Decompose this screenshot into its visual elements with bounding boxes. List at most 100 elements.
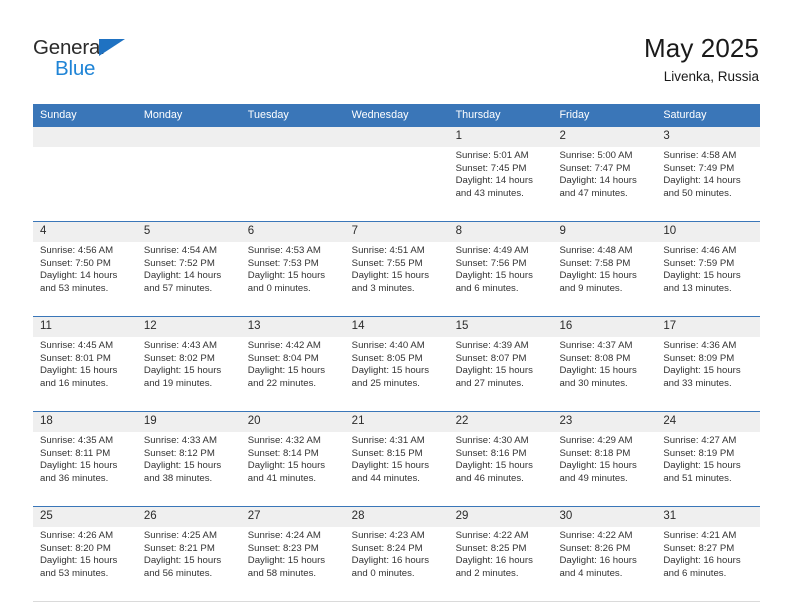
day-detail-cell[interactable]: Sunrise: 4:21 AM Sunset: 8:27 PM Daylight:… bbox=[656, 527, 761, 602]
day-number-cell[interactable]: 21 bbox=[344, 411, 449, 432]
day-number-cell[interactable]: 22 bbox=[448, 411, 553, 432]
daylight-text-line2: and 22 minutes. bbox=[247, 377, 317, 389]
day-number-cell[interactable]: 27 bbox=[240, 506, 345, 527]
day-number-cell[interactable]: 14 bbox=[344, 316, 449, 337]
day-detail-cell[interactable]: Sunrise: 4:45 AM Sunset: 8:01 PM Daylight:… bbox=[33, 337, 137, 412]
day-detail-cell[interactable]: Sunrise: 4:51 AM Sunset: 7:55 PM Daylight:… bbox=[344, 242, 449, 317]
day-number-cell[interactable]: 2 bbox=[552, 126, 657, 147]
day-number-cell[interactable]: 7 bbox=[344, 221, 449, 242]
day-number-cell[interactable]: 23 bbox=[552, 411, 657, 432]
daylight-text-line2: and 41 minutes. bbox=[247, 472, 317, 484]
day-detail-cell[interactable]: Sunrise: 4:42 AM Sunset: 8:04 PM Daylight:… bbox=[240, 337, 345, 412]
day-empty-cell bbox=[240, 147, 345, 222]
day-number-cell[interactable]: 3 bbox=[656, 126, 761, 147]
sunrise-text: Sunrise: 4:45 AM bbox=[40, 340, 114, 351]
daylight-text-line1: Daylight: 16 hours bbox=[663, 555, 741, 567]
day-detail-cell[interactable]: Sunrise: 4:31 AM Sunset: 8:15 PM Daylight:… bbox=[344, 432, 449, 507]
daylight-text-line2: and 58 minutes. bbox=[247, 567, 317, 579]
day-detail-cell[interactable]: Sunrise: 4:22 AM Sunset: 8:25 PM Daylight:… bbox=[448, 527, 553, 602]
day-detail-cell[interactable]: Sunrise: 4:30 AM Sunset: 8:16 PM Daylight:… bbox=[448, 432, 553, 507]
day-detail-cell[interactable]: Sunrise: 4:54 AM Sunset: 7:52 PM Daylight:… bbox=[136, 242, 241, 317]
day-detail-cell[interactable]: Sunrise: 4:56 AM Sunset: 7:50 PM Daylight:… bbox=[33, 242, 137, 317]
day-detail-cell[interactable]: Sunrise: 4:43 AM Sunset: 8:02 PM Daylight:… bbox=[136, 337, 241, 412]
sunrise-text: Sunrise: 4:54 AM bbox=[143, 245, 217, 256]
day-number-cell[interactable]: 28 bbox=[344, 506, 449, 527]
day-number-cell[interactable]: 9 bbox=[552, 221, 657, 242]
day-number-cell[interactable]: 29 bbox=[448, 506, 553, 527]
day-number-cell[interactable]: 31 bbox=[656, 506, 761, 527]
day-detail-cell[interactable]: Sunrise: 4:23 AM Sunset: 8:24 PM Daylight:… bbox=[344, 527, 449, 602]
brand-logo[interactable]: General Blue bbox=[33, 36, 263, 86]
day-detail-cell[interactable]: Sunrise: 4:49 AM Sunset: 7:56 PM Daylight:… bbox=[448, 242, 553, 317]
week-detail-row: Sunrise: 4:35 AM Sunset: 8:11 PM Daylight:… bbox=[33, 432, 761, 507]
day-number-cell[interactable]: 8 bbox=[448, 221, 553, 242]
day-number-cell[interactable]: 25 bbox=[33, 506, 137, 527]
day-number-cell[interactable]: 20 bbox=[240, 411, 345, 432]
day-detail-cell[interactable]: Sunrise: 4:46 AM Sunset: 7:59 PM Daylight:… bbox=[656, 242, 761, 317]
sunset-text: Sunset: 7:59 PM bbox=[663, 257, 735, 269]
day-detail-cell[interactable]: Sunrise: 4:36 AM Sunset: 8:09 PM Daylight:… bbox=[656, 337, 761, 412]
page-location: Livenka, Russia bbox=[663, 69, 759, 84]
day-number-cell[interactable]: 4 bbox=[33, 221, 137, 242]
day-detail-cell[interactable]: Sunrise: 5:00 AM Sunset: 7:47 PM Daylight:… bbox=[552, 147, 657, 222]
daylight-text-line2: and 36 minutes. bbox=[40, 472, 109, 484]
daylight-text-line1: Daylight: 15 hours bbox=[247, 270, 326, 282]
day-detail-cell[interactable]: Sunrise: 4:40 AM Sunset: 8:05 PM Daylight:… bbox=[344, 337, 449, 412]
day-detail-cell[interactable]: Sunrise: 4:22 AM Sunset: 8:26 PM Daylight:… bbox=[552, 527, 657, 602]
day-number-cell[interactable]: 17 bbox=[656, 316, 761, 337]
day-number: 27 bbox=[247, 510, 261, 522]
day-number-cell[interactable]: 13 bbox=[240, 316, 345, 337]
sunrise-text: Sunrise: 4:46 AM bbox=[663, 245, 737, 256]
day-detail-cell[interactable]: Sunrise: 4:27 AM Sunset: 8:19 PM Daylight:… bbox=[656, 432, 761, 507]
day-number-cell[interactable]: 15 bbox=[448, 316, 553, 337]
sunrise-text: Sunrise: 4:37 AM bbox=[559, 340, 633, 351]
day-detail-cell[interactable]: Sunrise: 4:58 AM Sunset: 7:49 PM Daylight:… bbox=[656, 147, 761, 222]
sunset-text: Sunset: 8:11 PM bbox=[40, 447, 111, 459]
daylight-text-line2: and 6 minutes. bbox=[455, 282, 519, 294]
day-detail-cell[interactable]: Sunrise: 4:29 AM Sunset: 8:18 PM Daylight:… bbox=[552, 432, 657, 507]
day-detail-cell[interactable]: Sunrise: 4:37 AM Sunset: 8:08 PM Daylight:… bbox=[552, 337, 657, 412]
day-detail-cell[interactable]: Sunrise: 4:48 AM Sunset: 7:58 PM Daylight:… bbox=[552, 242, 657, 317]
day-number-cell[interactable]: 12 bbox=[136, 316, 241, 337]
day-detail-cell[interactable]: Sunrise: 4:33 AM Sunset: 8:12 PM Daylight:… bbox=[136, 432, 241, 507]
daylight-text-line2: and 49 minutes. bbox=[559, 472, 628, 484]
sunrise-text: Sunrise: 4:51 AM bbox=[351, 245, 425, 256]
day-number-cell[interactable]: 6 bbox=[240, 221, 345, 242]
day-number-cell[interactable]: 5 bbox=[136, 221, 241, 242]
day-number-cell[interactable]: 19 bbox=[136, 411, 241, 432]
daylight-text-line1: Daylight: 15 hours bbox=[247, 460, 326, 472]
daylight-text-line2: and 2 minutes. bbox=[455, 567, 519, 579]
sunset-text: Sunset: 8:14 PM bbox=[247, 447, 319, 459]
day-detail-cell[interactable]: Sunrise: 4:25 AM Sunset: 8:21 PM Daylight:… bbox=[136, 527, 241, 602]
day-number-cell[interactable]: 30 bbox=[552, 506, 657, 527]
day-number-cell[interactable]: 24 bbox=[656, 411, 761, 432]
day-number: 10 bbox=[663, 225, 677, 237]
sunset-text: Sunset: 8:05 PM bbox=[351, 352, 423, 364]
daylight-text-line1: Daylight: 15 hours bbox=[40, 365, 118, 377]
logo-triangle-icon bbox=[99, 39, 125, 56]
sunrise-text: Sunrise: 4:40 AM bbox=[351, 340, 425, 351]
daylight-text-line2: and 9 minutes. bbox=[559, 282, 623, 294]
sunset-text: Sunset: 8:26 PM bbox=[559, 542, 631, 554]
day-detail-cell[interactable]: Sunrise: 4:35 AM Sunset: 8:11 PM Daylight:… bbox=[33, 432, 137, 507]
daylight-text-line2: and 57 minutes. bbox=[143, 282, 213, 294]
day-number-cell[interactable]: 10 bbox=[656, 221, 761, 242]
day-number-cell[interactable]: 11 bbox=[33, 316, 137, 337]
sunrise-text: Sunrise: 4:58 AM bbox=[663, 150, 737, 161]
daylight-text-line1: Daylight: 15 hours bbox=[351, 270, 429, 282]
day-detail-cell[interactable]: Sunrise: 4:32 AM Sunset: 8:14 PM Daylight:… bbox=[240, 432, 345, 507]
day-detail-cell[interactable]: Sunrise: 5:01 AM Sunset: 7:45 PM Daylight:… bbox=[448, 147, 553, 222]
day-number-cell[interactable]: 26 bbox=[136, 506, 241, 527]
day-number-cell[interactable]: 1 bbox=[448, 126, 553, 147]
day-detail-cell[interactable]: Sunrise: 4:26 AM Sunset: 8:20 PM Daylight:… bbox=[33, 527, 137, 602]
calendar-table: Sunday Monday Tuesday Wednesday Thursday… bbox=[33, 104, 761, 602]
day-detail-cell[interactable]: Sunrise: 4:39 AM Sunset: 8:07 PM Daylight:… bbox=[448, 337, 553, 412]
day-detail-cell[interactable]: Sunrise: 4:24 AM Sunset: 8:23 PM Daylight:… bbox=[240, 527, 345, 602]
day-detail-cell[interactable]: Sunrise: 4:53 AM Sunset: 7:53 PM Daylight:… bbox=[240, 242, 345, 317]
sunset-text: Sunset: 8:27 PM bbox=[663, 542, 735, 554]
weekday-header-saturday: Saturday bbox=[656, 104, 761, 127]
week-number-row: 4 5 6 7 8 9 10 bbox=[33, 221, 761, 242]
day-number-cell[interactable]: 16 bbox=[552, 316, 657, 337]
day-number-cell[interactable]: 18 bbox=[33, 411, 137, 432]
calendar-header-row: Sunday Monday Tuesday Wednesday Thursday… bbox=[33, 104, 761, 127]
